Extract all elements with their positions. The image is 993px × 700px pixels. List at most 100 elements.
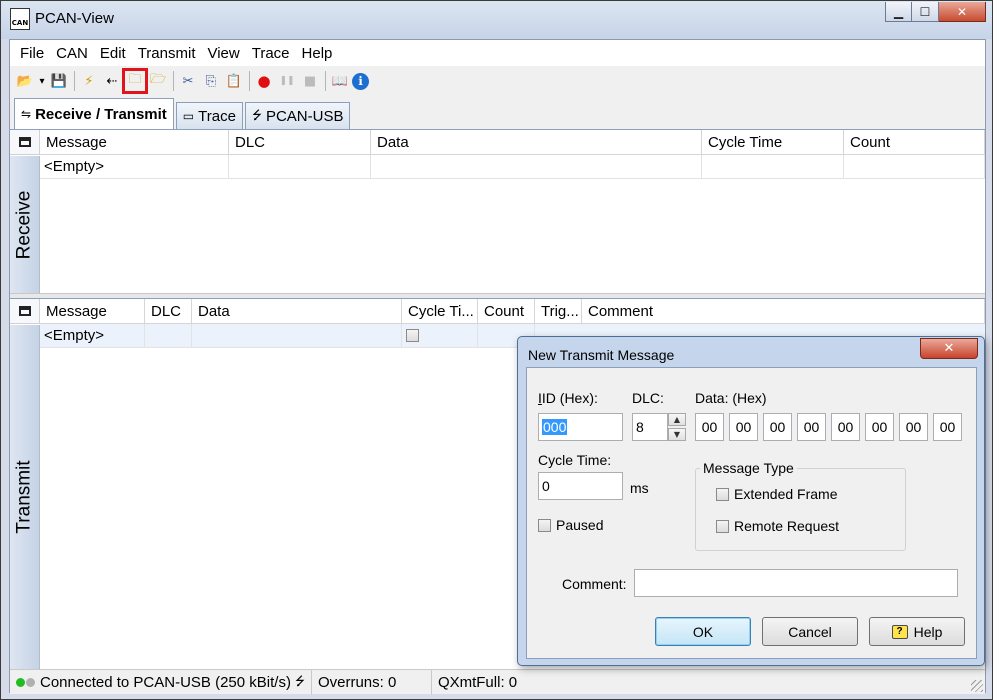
column-header-data[interactable]: Data [371, 130, 702, 155]
pcan-app-icon[interactable]: CAN [10, 8, 30, 30]
ok-button[interactable]: OK [655, 617, 751, 646]
tab-label: PCAN-USB [265, 107, 344, 125]
toolbar-separator [74, 71, 75, 91]
open-icon[interactable]: 📂 [14, 70, 36, 92]
data-byte-6[interactable]: 00 [899, 413, 928, 441]
column-header-cycle-time[interactable]: Cycle Ti... [402, 299, 478, 324]
cell-data [371, 155, 702, 179]
maximize-button[interactable]: ☐ [912, 2, 939, 22]
comment-input[interactable] [634, 569, 958, 597]
menu-bar: File CAN Edit Transmit View Trace Help [10, 40, 985, 66]
transmit-side-label: Transmit [10, 325, 40, 669]
dropdown-arrow-icon[interactable]: ▾ [37, 70, 47, 92]
receive-side-label: Receive [10, 156, 40, 293]
cycle-time-unit: ms [630, 480, 649, 496]
cycle-time-checkbox[interactable] [406, 329, 419, 342]
remote-request-checkbox[interactable] [716, 519, 729, 533]
usb-icon: ⭍ [294, 673, 305, 688]
extended-frame-option[interactable]: Extended Frame [716, 486, 838, 502]
record-icon[interactable]: ● [253, 70, 275, 92]
column-chooser-icon[interactable] [10, 130, 40, 155]
tab-trace[interactable]: ▭ Trace [175, 102, 243, 129]
data-byte-5[interactable]: 00 [865, 413, 894, 441]
disconnect-icon[interactable]: ⇠ [101, 70, 123, 92]
load-transmit-list-icon[interactable]: 🗀 [122, 68, 148, 94]
data-byte-7[interactable]: 00 [933, 413, 962, 441]
menu-transmit[interactable]: Transmit [132, 45, 202, 62]
status-bar: Connected to PCAN-USB (250 kBit/s) ⭍ Ove… [10, 669, 985, 694]
extended-frame-label: Extended Frame [734, 486, 838, 502]
data-byte-4[interactable]: 00 [831, 413, 860, 441]
column-header-message[interactable]: Message [40, 299, 145, 324]
dialog-body: IID (Hex): 000 DLC: 8 ▲ ▼ Data: (Hex) 00… [526, 367, 977, 659]
data-byte-1[interactable]: 00 [729, 413, 758, 441]
toolbar: 📂 ▾ 💾 ⚡ ⇠ 🗀 🗁 ✂ ⎘ 📋 ● ❚❚ ■ 📖 ℹ [10, 66, 985, 96]
column-header-count[interactable]: Count [478, 299, 535, 324]
copy-icon[interactable]: ⎘ [200, 70, 222, 92]
menu-view[interactable]: View [201, 45, 245, 62]
menu-edit[interactable]: Edit [94, 45, 132, 62]
data-byte-3[interactable]: 00 [797, 413, 826, 441]
column-header-message[interactable]: Message [40, 130, 229, 155]
minimize-button[interactable]: ▁ [885, 2, 912, 22]
menu-can[interactable]: CAN [50, 45, 94, 62]
help-label: Help [913, 623, 943, 640]
info-icon[interactable]: ℹ [352, 72, 369, 90]
column-header-count[interactable]: Count [844, 130, 985, 155]
manual-icon[interactable]: 📖 [329, 70, 351, 92]
close-icon: ✕ [943, 341, 955, 356]
maximize-icon: ☐ [919, 4, 931, 19]
data-label: Data: (Hex) [695, 390, 767, 406]
save-icon[interactable]: 💾 [48, 70, 70, 92]
dlc-input[interactable]: 8 [632, 413, 668, 441]
connection-status: Connected to PCAN-USB (250 kBit/s) ⭍ [10, 670, 312, 694]
cancel-button[interactable]: Cancel [762, 617, 858, 646]
close-button[interactable]: ✕ [939, 2, 986, 22]
paused-option[interactable]: Paused [538, 517, 603, 533]
column-header-dlc[interactable]: DLC [145, 299, 192, 324]
pause-icon[interactable]: ❚❚ [276, 70, 298, 92]
column-header-comment[interactable]: Comment [582, 299, 985, 324]
cell-message: <Empty> [40, 155, 229, 179]
cycle-time-input[interactable]: 0 [538, 472, 623, 500]
remote-request-label: Remote Request [734, 518, 840, 534]
cut-icon[interactable]: ✂ [177, 70, 199, 92]
comment-label: Comment: [562, 576, 627, 592]
cell-dlc [229, 155, 371, 179]
tab-receive-transmit[interactable]: ⇋ Receive / Transmit [14, 98, 174, 129]
spin-up-icon[interactable]: ▲ [668, 413, 686, 426]
receive-pane: Receive Message DLC Data Cycle Time Coun… [10, 129, 985, 293]
connect-icon[interactable]: ⚡ [78, 70, 100, 92]
paste-icon[interactable]: 📋 [223, 70, 245, 92]
window-title: PCAN-View [35, 10, 114, 27]
dialog-close-button[interactable]: ✕ [920, 338, 978, 359]
column-chooser-icon[interactable] [10, 299, 40, 324]
dlc-spinner[interactable]: ▲ ▼ [668, 413, 686, 441]
spin-down-icon[interactable]: ▼ [668, 428, 686, 441]
data-byte-2[interactable]: 00 [763, 413, 792, 441]
help-icon: ? [891, 624, 908, 639]
menu-trace[interactable]: Trace [246, 45, 296, 62]
paused-checkbox[interactable] [538, 518, 551, 532]
remote-request-option[interactable]: Remote Request [716, 518, 839, 534]
column-header-dlc[interactable]: DLC [229, 130, 371, 155]
column-header-data[interactable]: Data [192, 299, 402, 324]
data-byte-0[interactable]: 00 [695, 413, 724, 441]
extended-frame-checkbox[interactable] [716, 487, 729, 501]
stop-icon[interactable]: ■ [299, 70, 321, 92]
menu-help[interactable]: Help [296, 45, 339, 62]
help-button[interactable]: ? Help [869, 617, 965, 646]
message-type-title: Message Type [700, 460, 797, 476]
column-header-cycle-time[interactable]: Cycle Time [702, 130, 844, 155]
title-bar[interactable]: CAN PCAN-View ▁ ☐ ✕ [1, 1, 992, 39]
column-header-trigger[interactable]: Trig... [535, 299, 582, 324]
tab-pcan-usb[interactable]: ⭍ PCAN-USB [244, 102, 351, 129]
toolbar-separator [249, 71, 250, 91]
resize-grip-icon[interactable] [971, 680, 983, 692]
menu-file[interactable]: File [14, 45, 50, 62]
save-transmit-list-icon[interactable]: 🗁 [147, 70, 169, 92]
dlc-label: DLC: [632, 390, 664, 406]
id-input[interactable]: 000 [538, 413, 623, 441]
qxmtfull-status: QXmtFull: 0 [437, 673, 518, 691]
connection-text: Connected to PCAN-USB (250 kBit/s) [40, 673, 291, 691]
